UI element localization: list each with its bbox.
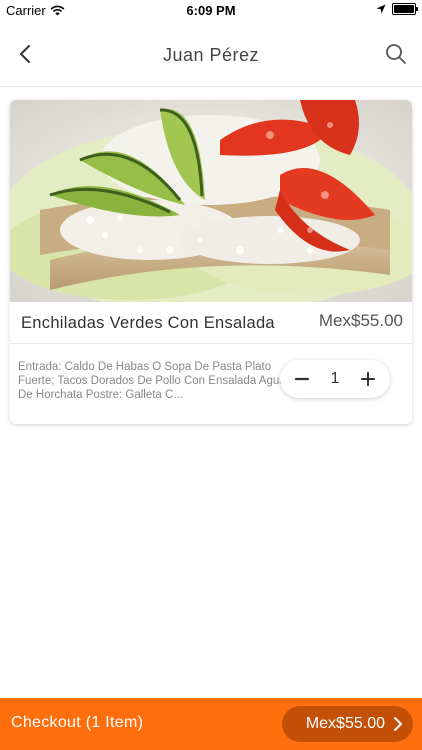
battery-icon xyxy=(392,3,418,15)
status-bar: Carrier 6:09 PM xyxy=(0,0,422,22)
page-title: Juan Pérez xyxy=(162,45,260,65)
product-description: Entrada: Caldo De Habas O Sopa De Pasta … xyxy=(18,361,286,401)
product-price: Mex$55.00 xyxy=(318,311,403,330)
checkout-bar: Checkout (1 Item) Mex$55.00 xyxy=(0,698,422,750)
status-time: 6:09 PM xyxy=(186,3,236,18)
minus-icon[interactable] xyxy=(292,370,312,388)
checkout-total-button[interactable]: Mex$55.00 xyxy=(282,706,413,742)
header: Juan Pérez xyxy=(0,22,422,87)
checkout-total: Mex$55.00 xyxy=(305,715,385,732)
divider xyxy=(10,343,412,344)
quantity-value: 1 xyxy=(330,370,340,387)
product-card[interactable]: Enchiladas Verdes Con Ensalada Mex$55.00… xyxy=(10,100,412,424)
location-icon xyxy=(376,4,386,14)
chevron-right-icon xyxy=(394,717,402,731)
product-name: Enchiladas Verdes Con Ensalada xyxy=(21,314,275,332)
status-bar-right xyxy=(376,3,418,15)
checkout-button[interactable]: Checkout (1 Item) xyxy=(11,714,143,732)
quantity-stepper: 1 xyxy=(280,360,390,398)
plus-icon[interactable] xyxy=(358,370,378,388)
product-photo xyxy=(10,100,412,302)
search-icon[interactable] xyxy=(384,42,408,66)
